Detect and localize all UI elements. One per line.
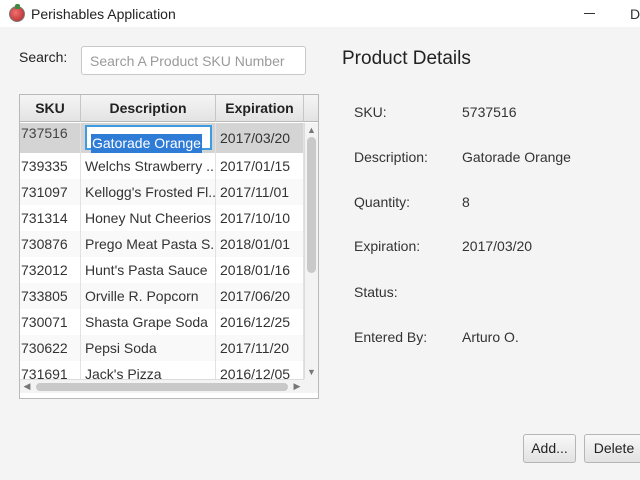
description-edit-field[interactable]: Gatorade Orange <box>85 125 212 153</box>
vertical-scroll-thumb[interactable] <box>307 137 316 273</box>
cell-description-editor[interactable]: Gatorade Orange <box>81 123 216 153</box>
scroll-up-arrow-icon[interactable]: ▲ <box>305 123 318 137</box>
cell-expiration: 2017/11/20 <box>216 335 304 361</box>
scroll-down-arrow-icon[interactable]: ▼ <box>305 365 318 379</box>
cell-description: Pepsi Soda <box>81 335 216 361</box>
cell-expiration: 2017/10/10 <box>216 205 304 231</box>
tomato-app-icon <box>9 4 25 22</box>
horizontal-scroll-thumb[interactable] <box>36 383 288 391</box>
sku-label: SKU: <box>354 104 387 120</box>
cell-expiration: 2017/01/15 <box>216 153 304 179</box>
cell-description: Hunt's Pasta Sauce <box>81 257 216 283</box>
horizontal-scrollbar[interactable]: ◀ ▶ <box>20 379 304 393</box>
cell-description: Honey Nut Cheerios <box>81 205 216 231</box>
cell-sku: 731691 <box>20 361 81 379</box>
expiration-value: 2017/03/20 <box>462 238 533 254</box>
entered-by-label: Entered By: <box>354 329 428 345</box>
quantity-value: 8 <box>462 194 470 210</box>
cell-description: Welchs Strawberry ... <box>81 153 216 179</box>
sku-value: 5737516 <box>462 104 517 120</box>
table-row[interactable]: 732012 Hunt's Pasta Sauce 2018/01/16 <box>20 257 304 283</box>
selected-edit-text: Gatorade Orange <box>91 134 202 153</box>
table-row[interactable]: 730071 Shasta Grape Soda 2016/12/25 <box>20 309 304 335</box>
cell-sku: 730622 <box>20 335 81 361</box>
entered-by-value: Arturo O. <box>462 329 519 345</box>
table-row[interactable]: 733805 Orville R. Popcorn 2017/06/20 <box>20 283 304 309</box>
minimize-button[interactable] <box>584 13 595 14</box>
title-bar: Perishables Application D <box>0 0 640 27</box>
table-row[interactable]: 730622 Pepsi Soda 2017/11/20 <box>20 335 304 361</box>
cell-expiration: 2017/06/20 <box>216 283 304 309</box>
table-row[interactable]: 731691 Jack's Pizza 2016/12/05 <box>20 361 304 379</box>
table-body: 737516 Gatorade Orange 2017/03/20 739335… <box>20 123 304 379</box>
table-row-selected[interactable]: 737516 Gatorade Orange 2017/03/20 <box>20 123 304 153</box>
cell-expiration: 2016/12/05 <box>216 361 304 379</box>
cell-description: Kellogg's Frosted Fl... <box>81 179 216 205</box>
cell-sku: 733805 <box>20 283 81 309</box>
delete-button[interactable]: Delete <box>584 434 640 463</box>
description-value: Gatorade Orange <box>462 149 571 165</box>
column-header-expiration[interactable]: Expiration <box>216 95 304 122</box>
expiration-label: Expiration: <box>354 238 421 254</box>
cell-sku: 739335 <box>20 153 81 179</box>
cell-description: Orville R. Popcorn <box>81 283 216 309</box>
cell-expiration: 2016/12/25 <box>216 309 304 335</box>
cell-sku: 737516 <box>20 123 81 153</box>
table-header: SKU Description Expiration <box>20 95 318 122</box>
cell-sku: 731314 <box>20 205 81 231</box>
cell-description: Shasta Grape Soda <box>81 309 216 335</box>
scroll-right-arrow-icon[interactable]: ▶ <box>290 380 304 393</box>
cell-expiration: 2018/01/16 <box>216 257 304 283</box>
window-title: Perishables Application <box>31 6 176 22</box>
scroll-left-arrow-icon[interactable]: ◀ <box>20 380 34 393</box>
table-row[interactable]: 730876 Prego Meat Pasta S... 2018/01/01 <box>20 231 304 257</box>
add-button[interactable]: Add... <box>523 434 576 463</box>
cell-expiration: 2018/01/01 <box>216 231 304 257</box>
scroll-corner <box>304 379 318 393</box>
column-header-sku[interactable]: SKU <box>20 95 81 122</box>
search-input[interactable] <box>81 46 306 75</box>
products-table: SKU Description Expiration 737516 Gatora… <box>19 94 319 399</box>
cell-expiration: 2017/11/01 <box>216 179 304 205</box>
column-menu-corner <box>304 95 318 122</box>
cell-description: Jack's Pizza <box>81 361 216 379</box>
cell-description: Prego Meat Pasta S... <box>81 231 216 257</box>
maximize-button[interactable]: D <box>630 6 640 22</box>
cell-expiration: 2017/03/20 <box>216 123 304 153</box>
cell-sku: 730876 <box>20 231 81 257</box>
product-details-title: Product Details <box>342 48 471 69</box>
search-label: Search: <box>19 49 68 65</box>
table-row[interactable]: 731314 Honey Nut Cheerios 2017/10/10 <box>20 205 304 231</box>
quantity-label: Quantity: <box>354 194 411 210</box>
status-label: Status: <box>354 284 398 300</box>
table-row[interactable]: 731097 Kellogg's Frosted Fl... 2017/11/0… <box>20 179 304 205</box>
cell-sku: 731097 <box>20 179 81 205</box>
column-header-description[interactable]: Description <box>81 95 216 122</box>
cell-sku: 732012 <box>20 257 81 283</box>
cell-sku: 730071 <box>20 309 81 335</box>
vertical-scrollbar[interactable]: ▲ ▼ <box>304 123 318 379</box>
description-label: Description: <box>354 149 428 165</box>
table-row[interactable]: 739335 Welchs Strawberry ... 2017/01/15 <box>20 153 304 179</box>
